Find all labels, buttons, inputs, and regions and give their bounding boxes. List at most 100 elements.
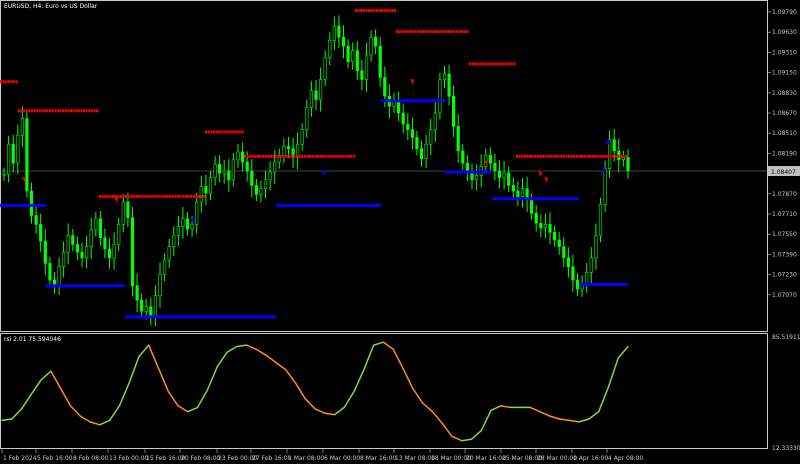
candle-body (149, 306, 153, 316)
candle-body (241, 151, 245, 163)
trading-chart-window[interactable]: EURUSD, H4: Euro vs US Dollar rsi 2.01 7… (0, 0, 800, 464)
candle-body (98, 218, 102, 239)
candle-body (282, 146, 286, 156)
candle-body (34, 215, 38, 225)
indicator-tick-label: 12.333309 (772, 445, 800, 452)
candle-body (520, 188, 525, 197)
price-tick-label: 1.07390 (772, 251, 797, 258)
candle-body (351, 50, 355, 62)
candle-body (594, 235, 598, 259)
price-tick-label: 1.09150 (772, 70, 797, 77)
candle-body (300, 129, 304, 145)
candle-body (603, 168, 607, 205)
candle-body (25, 118, 29, 192)
candle-body (419, 148, 424, 159)
time-tick-label: 1 Apr 16:00 (573, 455, 608, 462)
candle-body (204, 186, 208, 194)
candle-body (71, 235, 75, 245)
price-tick-label: 1.09790 (772, 9, 797, 16)
candle-body (314, 90, 318, 100)
candle-body (589, 257, 593, 273)
candle-body (529, 199, 534, 214)
candle-body (176, 226, 181, 236)
time-tick-label: 27 Feb 16:00 (252, 455, 292, 462)
price-tick-label: 1.07710 (772, 211, 797, 218)
candle-body (451, 95, 456, 127)
candle-body (470, 172, 474, 181)
candle-body (401, 112, 405, 125)
candle-body (208, 177, 213, 194)
candle-body (488, 155, 493, 164)
time-tick-label: 20 Mar 16:00 (466, 455, 506, 462)
time-tick-label: 1 Feb 2024 (3, 455, 37, 462)
candle-body (548, 224, 552, 233)
time-tick-label: 5 Feb 16:00 (37, 455, 73, 462)
candle-body (511, 185, 515, 192)
candle-body (346, 45, 350, 62)
candle-body (447, 73, 451, 97)
candle-body (153, 295, 158, 317)
candle-body (94, 218, 98, 231)
indicator-tick-label: 85.519118 (772, 334, 800, 341)
candle-body (383, 77, 387, 97)
candle-body (474, 175, 479, 181)
candle-body (626, 157, 630, 172)
candle-body (103, 237, 107, 250)
time-tick-label: 20 Feb 08:00 (181, 455, 221, 462)
candle-body (158, 274, 162, 297)
candle-body (199, 186, 203, 203)
candle-body (534, 212, 538, 224)
candle-body (364, 54, 369, 80)
candle-body (75, 244, 79, 253)
candle-body (607, 139, 612, 169)
candle-body (497, 170, 502, 178)
candle-body (135, 285, 139, 301)
candle-body (16, 134, 20, 164)
candle-body (43, 240, 47, 264)
candle-body (438, 79, 442, 114)
current-price-value: 1.08407 (771, 169, 796, 176)
candle-body (144, 306, 148, 312)
candle-body (318, 79, 323, 100)
time-tick-label: 13 Mar 08:00 (395, 455, 435, 462)
price-tick-label: 1.08190 (772, 150, 797, 157)
candle-body (341, 36, 346, 47)
current-price-tag: 1.08407 (768, 166, 800, 176)
candle-body (7, 143, 11, 175)
candle-body (516, 190, 520, 197)
candle-body (332, 25, 337, 41)
candle-body (126, 201, 130, 219)
candle-body (2, 173, 6, 176)
candle-body (48, 263, 52, 281)
candle-body (373, 36, 378, 47)
candle-body (29, 190, 34, 216)
price-tick-label: 1.08670 (772, 110, 797, 117)
candle-body (575, 279, 580, 290)
candle-body (167, 246, 171, 261)
candle-body (369, 36, 373, 56)
time-tick-label: 28 Mar 00:00 (537, 455, 577, 462)
candle-body (433, 112, 437, 131)
candle-body (493, 162, 497, 172)
price-axis[interactable]: 1.09790 1.09630 1.09310 1.09150 1.08830 1.086… (767, 9, 797, 299)
candle-body (80, 251, 84, 259)
candle-body (598, 204, 603, 236)
candle-body (20, 118, 25, 136)
candle-body (254, 185, 259, 195)
chart-title: EURUSD, H4: Euro vs US Dollar (4, 3, 98, 10)
candle-body (222, 170, 226, 174)
candle-body (227, 170, 231, 181)
candle-body (273, 161, 277, 173)
price-tick-label: 1.09310 (772, 49, 797, 56)
time-tick-label: 13 Feb 00:00 (109, 455, 149, 462)
candle-body (612, 139, 616, 152)
candle-body (442, 73, 447, 80)
candle-body (337, 25, 341, 38)
candle-body (562, 246, 566, 259)
time-tick-label: 4 Apr 08:00 (608, 455, 643, 462)
candle-body (502, 172, 506, 178)
candle-body (543, 224, 547, 228)
price-tick-label: 1.07230 (772, 272, 797, 279)
candle-body (195, 201, 199, 225)
price-tick-label: 1.07550 (772, 231, 797, 238)
